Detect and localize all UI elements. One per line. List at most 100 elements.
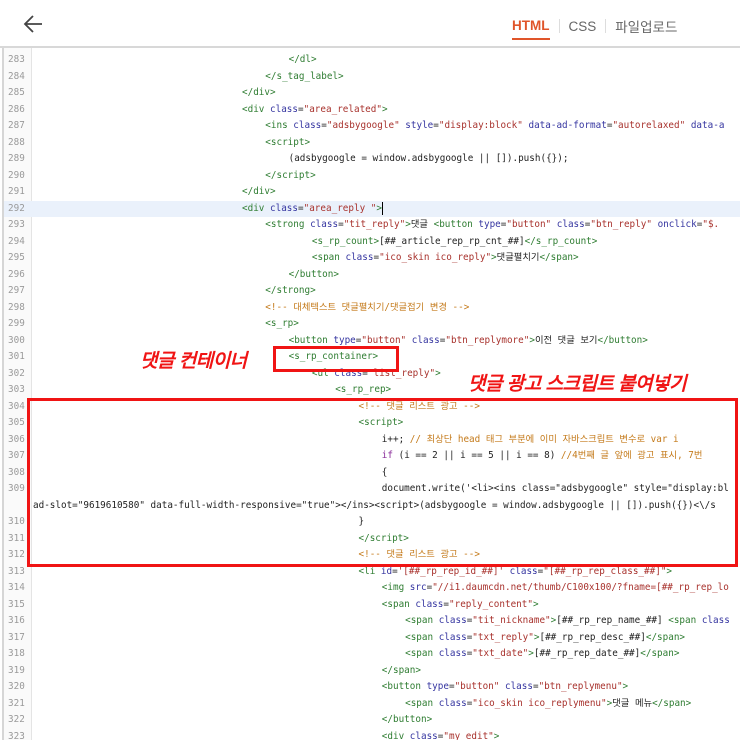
code-token: </s_rp_count> (524, 235, 598, 247)
code-token: "//i1.daumcdn.net/thumb/C100x100/?fname=… (432, 582, 729, 593)
script-annotation-label: 댓글 광고 스크립트 붙여넣기 (468, 374, 687, 395)
code-text: <s_rp_rep> (335, 382, 391, 399)
code-text: <div class="area_related"> (242, 102, 388, 119)
code-text: <span class="ico_skin ico_replymenu">댓글 … (405, 696, 691, 713)
line-number: 322 (8, 714, 25, 725)
code-line[interactable]: 319 </span> (4, 663, 740, 680)
code-line[interactable]: 299 <s_rp> (4, 316, 740, 333)
code-token: <span (405, 648, 439, 659)
code-text: <strong class="tit_reply">댓글 <button typ… (265, 217, 719, 234)
code-token: id (380, 565, 393, 577)
code-line[interactable]: 317 <span class="txt_reply">[##_rp_rep_de… (4, 630, 740, 647)
code-line[interactable]: 298 <!-- 대체텍스트 댓글펼치기/댓글접기 변경 --> (4, 300, 740, 317)
code-line[interactable]: 285 </div> (4, 85, 740, 102)
code-line[interactable]: 296 </button> (4, 267, 740, 284)
code-line[interactable]: 318 <span class="txt_date">[##_rp_rep_dat… (4, 646, 740, 663)
code-token: style (405, 120, 434, 131)
line-number: 323 (8, 730, 25, 740)
line-number: 312 (8, 549, 25, 560)
code-token: class (293, 120, 322, 131)
code-line[interactable]: 287 <ins class="adsbygoogle" style="displ… (4, 118, 740, 135)
line-number: 299 (8, 318, 25, 329)
code-token: class (270, 202, 298, 214)
code-token: "button" (506, 219, 552, 230)
code-token: </dl> (288, 54, 317, 65)
code-token: "autorelaxed" (612, 120, 686, 131)
code-text: </div> (242, 85, 276, 102)
code-line[interactable]: 284 </s_tag_label> (4, 69, 740, 86)
code-line[interactable]: 288 <script> (4, 135, 740, 152)
code-line[interactable]: 286 <div class="area_related"> (4, 102, 740, 119)
line-number: 309 (8, 483, 25, 494)
code-token: class (701, 615, 730, 626)
code-line[interactable]: 295 <span class="ico_skin ico_reply">댓글펼치… (4, 250, 740, 267)
code-token: class (310, 219, 339, 230)
line-number: 298 (8, 301, 25, 313)
line-number: 305 (8, 417, 25, 428)
code-line[interactable]: 290 </script> (4, 168, 740, 185)
code-token: "ico_skin ico_reply" (379, 252, 492, 263)
code-token: class (409, 730, 438, 740)
code-token: class (438, 697, 467, 709)
container-annotation-label: 댓글 컨테이너 (140, 351, 247, 372)
code-line[interactable]: 294 <s_rp_count>[##_article_rep_rp_cnt_##… (4, 234, 740, 251)
line-number: 296 (8, 268, 25, 280)
code-token: <s_rp_count> (311, 235, 380, 247)
container-highlight-box (273, 346, 399, 372)
code-text: <button type="button" class="btn_replyme… (382, 679, 628, 696)
code-token: <span (405, 631, 439, 643)
code-token: data-ad-format (528, 120, 607, 131)
code-token: </s_tag_label> (265, 70, 344, 82)
code-token: </button> (381, 714, 433, 725)
code-token: </span> (381, 664, 421, 676)
code-token: [##_rp_rep_date_##] (533, 648, 641, 659)
code-token: 댓글펼치기 (496, 252, 540, 263)
code-token: "button" (361, 334, 407, 346)
line-number: 318 (8, 648, 25, 659)
code-line[interactable]: 293 <strong class="tit_reply">댓글 <button … (4, 217, 740, 234)
line-number: 310 (8, 516, 25, 527)
arrow-left-icon[interactable] (22, 12, 46, 36)
code-token: </button> (597, 334, 648, 346)
code-line[interactable]: 315 <span class="reply_content"> (4, 597, 740, 614)
tab-file-upload[interactable]: 파일업로드 (615, 16, 677, 41)
code-line[interactable]: 283 </dl> (4, 52, 740, 69)
line-number: 291 (8, 186, 25, 197)
code-token: "area_related" (303, 103, 382, 115)
code-line[interactable]: 323 <div class="my_edit"> (4, 729, 740, 740)
line-number: 292 (8, 202, 25, 214)
code-token: > (381, 103, 388, 115)
code-token: </div> (242, 186, 276, 197)
tab-html[interactable]: HTML (512, 18, 550, 40)
line-number: 294 (8, 235, 25, 247)
code-line[interactable]: 297 </strong> (4, 283, 740, 300)
code-line[interactable]: 316 <span class="tit_nickname">[##_rp_rep… (4, 613, 740, 630)
code-token: <span (668, 615, 702, 626)
code-text: </button> (382, 712, 432, 729)
code-token: class (438, 615, 467, 626)
code-token: class (415, 598, 444, 610)
code-line[interactable]: 292 <div class="area_reply "> (4, 200, 740, 217)
code-text: <span class="txt_reply">[##_rp_rep_desc_… (405, 630, 685, 647)
code-line[interactable]: 314 <img src="//i1.daumcdn.net/thumb/C100… (4, 580, 740, 597)
code-text: <span class="reply_content"> (382, 597, 539, 614)
code-token: <strong (265, 219, 311, 230)
code-line[interactable]: 321 <span class="ico_skin ico_replymenu">… (4, 696, 740, 713)
code-token: "adsbygoogle" (326, 120, 400, 131)
code-text: </button> (289, 267, 339, 284)
code-line[interactable]: 320 <button type="button" class="btn_repl… (4, 679, 740, 696)
code-line[interactable]: 322 </button> (4, 712, 740, 729)
line-number: 314 (8, 582, 25, 593)
code-text: <span class="tit_nickname">[##_rp_rep_na… (405, 613, 730, 630)
tab-css[interactable]: CSS (569, 19, 597, 39)
code-line[interactable]: 291 </div> (4, 184, 740, 201)
code-token: > (493, 730, 500, 740)
code-token: data-a (690, 120, 725, 131)
code-token: "reply_content" (449, 598, 533, 610)
line-number: 285 (8, 87, 25, 98)
line-number: 302 (8, 367, 25, 379)
code-token: onclick (657, 219, 697, 230)
code-line[interactable]: 289 (adsbygoogle = window.adsbygoogle || … (4, 151, 740, 168)
code-token: > (435, 367, 441, 379)
line-number: 284 (8, 70, 25, 82)
